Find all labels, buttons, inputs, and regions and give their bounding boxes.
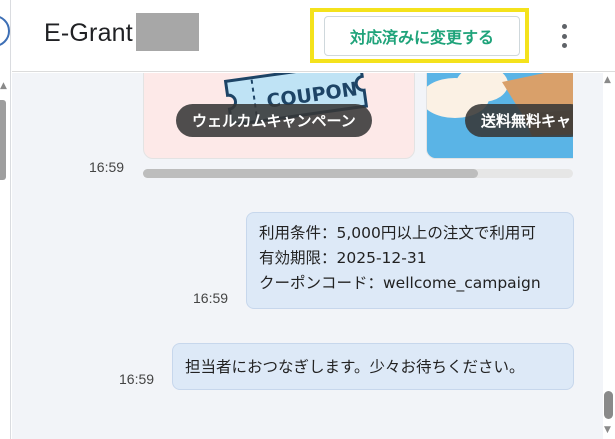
page-title: E-Grant xyxy=(44,19,133,47)
campaign-card-free-shipping[interactable]: 送料無料キャ xyxy=(426,73,573,159)
message-line: 担当者におつなぎします。少々お待ちください。 xyxy=(185,358,525,376)
message-line: 有効期限：2025-12-31 xyxy=(259,249,427,267)
carousel-scrollbar[interactable] xyxy=(143,169,573,178)
chat-scrollbar[interactable]: ▲ ▼ xyxy=(603,73,615,439)
chat-window: ▲ E-Grant 対応済みに変更する COUPON ウェルカムキャンペーン 送… xyxy=(0,0,615,439)
message-bubble-handoff: 担当者におつなぎします。少々お待ちください。 xyxy=(172,343,574,390)
message-timestamp: 16:59 xyxy=(89,159,125,175)
chat-messages[interactable]: COUPON ウェルカムキャンペーン 送料無料キャ 16:59 16:59 利用… xyxy=(12,73,603,439)
message-line: クーポンコード：wellcome_campaign xyxy=(259,274,541,292)
conversation-list-scrollbar[interactable] xyxy=(0,100,6,180)
message-line: 利用条件：5,000円以上の注文で利用可 xyxy=(259,224,536,242)
scroll-down-arrow-icon[interactable]: ▼ xyxy=(604,425,611,435)
carousel-scrollbar-thumb[interactable] xyxy=(143,169,479,178)
chat-header: E-Grant 対応済みに変更する xyxy=(12,0,615,72)
redacted-name-block xyxy=(136,13,199,51)
chat-scrollbar-thumb[interactable] xyxy=(604,391,613,419)
campaign-carousel[interactable]: COUPON ウェルカムキャンペーン 送料無料キャ xyxy=(143,73,573,159)
more-vertical-icon[interactable] xyxy=(557,22,571,50)
mark-resolved-button[interactable]: 対応済みに変更する xyxy=(324,16,520,56)
campaign-card-label: ウェルカムキャンペーン xyxy=(176,104,372,137)
message-timestamp: 16:59 xyxy=(119,371,155,387)
avatar[interactable] xyxy=(0,15,10,47)
campaign-card-welcome[interactable]: COUPON ウェルカムキャンペーン xyxy=(143,73,415,159)
scroll-up-arrow-icon[interactable]: ▲ xyxy=(604,75,611,85)
campaign-card-label: 送料無料キャ xyxy=(465,104,573,137)
message-bubble-coupon-details: 利用条件：5,000円以上の注文で利用可 有効期限：2025-12-31 クーポ… xyxy=(246,212,574,309)
conversation-list-edge: ▲ xyxy=(0,0,11,439)
scroll-up-arrow-icon[interactable]: ▲ xyxy=(0,82,7,91)
message-timestamp: 16:59 xyxy=(193,290,229,306)
